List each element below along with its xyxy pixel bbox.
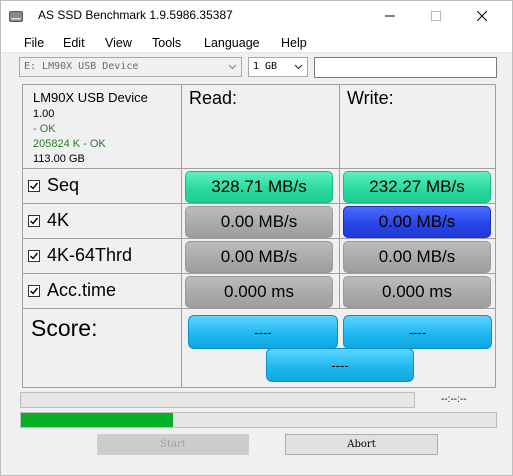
device-capacity: 113.00 GB xyxy=(33,153,85,165)
score-total: ---- xyxy=(266,348,414,382)
grid-divider xyxy=(23,168,495,169)
seq-checkbox[interactable] xyxy=(28,179,40,192)
size-select[interactable]: 1 GB xyxy=(248,57,308,77)
4k-write-value: 0.00 MB/s xyxy=(343,206,491,238)
overall-progress-fill xyxy=(21,413,173,427)
drive-select-value: E: LM90X USB Device xyxy=(24,61,139,72)
4k64-read-value: 0.00 MB/s xyxy=(185,241,333,273)
device-status-driver: - OK xyxy=(33,123,56,135)
seq-label: Seq xyxy=(47,175,80,195)
acctime-checkbox[interactable] xyxy=(28,284,40,297)
4k-checkbox[interactable] xyxy=(28,214,40,227)
4k64-write-value: 0.00 MB/s xyxy=(343,241,491,273)
grid-divider xyxy=(23,203,495,204)
score-label: Score: xyxy=(31,315,98,341)
grid-divider xyxy=(339,85,340,309)
row-4k64-label[interactable]: 4K-64Thrd xyxy=(28,245,132,266)
device-version: 1.00 xyxy=(33,108,55,120)
grid-divider xyxy=(23,238,495,239)
size-select-value: 1 GB xyxy=(253,61,278,72)
drive-icon xyxy=(9,9,23,22)
4k64-label: 4K-64Thrd xyxy=(47,245,133,265)
4k64-checkbox[interactable] xyxy=(28,249,40,262)
seq-read-value: 328.71 MB/s xyxy=(185,171,333,203)
chevron-down-icon xyxy=(294,64,303,70)
chevron-down-icon xyxy=(228,64,237,70)
maximize-icon xyxy=(431,11,441,21)
grid-divider xyxy=(23,308,495,309)
menu-bar: File Edit View Tools Language Help xyxy=(1,31,512,53)
app-window: AS SSD Benchmark 1.9.5986.35387 File Edi… xyxy=(0,0,513,476)
device-info: LM90X USB Device 1.00 - OK 205824 K - OK… xyxy=(33,90,148,167)
acctime-write-value: 0.000 ms xyxy=(343,276,491,308)
menu-tools[interactable]: Tools xyxy=(152,36,181,50)
abort-button[interactable]: Abort xyxy=(285,434,438,455)
checkmark-icon xyxy=(30,252,39,260)
checkmark-icon xyxy=(30,287,39,295)
menu-language[interactable]: Language xyxy=(204,36,260,50)
minimize-icon xyxy=(385,15,395,17)
acctime-label: Acc.time xyxy=(47,280,117,300)
start-button[interactable]: Start xyxy=(97,434,249,455)
grid-divider xyxy=(181,85,182,387)
write-header: Write: xyxy=(347,88,394,108)
4k-label: 4K xyxy=(47,210,70,230)
menu-file[interactable]: File xyxy=(24,36,44,50)
overall-progress-bar xyxy=(20,412,497,428)
elapsed-timer: --:--:-- xyxy=(441,394,467,405)
acctime-read-value: 0.000 ms xyxy=(185,276,333,308)
row-4k-label[interactable]: 4K xyxy=(28,210,69,231)
menu-edit[interactable]: Edit xyxy=(63,36,85,50)
minimize-button[interactable] xyxy=(367,1,413,31)
score-read: ---- xyxy=(188,315,338,349)
info-text-field[interactable] xyxy=(314,57,497,78)
menu-help[interactable]: Help xyxy=(281,36,307,50)
grid-divider xyxy=(23,273,495,274)
4k-read-value: 0.00 MB/s xyxy=(185,206,333,238)
row-acctime-label[interactable]: Acc.time xyxy=(28,280,116,301)
row-seq-label[interactable]: Seq xyxy=(28,175,79,196)
checkmark-icon xyxy=(30,217,39,225)
menu-view[interactable]: View xyxy=(105,36,132,50)
device-name: LM90X USB Device xyxy=(33,90,148,105)
score-write: ---- xyxy=(343,315,492,349)
read-header: Read: xyxy=(189,88,238,108)
close-button[interactable] xyxy=(459,1,505,31)
maximize-button[interactable] xyxy=(413,1,459,31)
title-bar: AS SSD Benchmark 1.9.5986.35387 xyxy=(1,1,512,31)
results-grid: LM90X USB Device 1.00 - OK 205824 K - OK… xyxy=(22,84,496,388)
window-title: AS SSD Benchmark 1.9.5986.35387 xyxy=(38,8,233,22)
checkmark-icon xyxy=(30,182,39,190)
test-progress-bar xyxy=(20,392,415,408)
close-icon xyxy=(477,11,487,21)
drive-select[interactable]: E: LM90X USB Device xyxy=(19,57,242,77)
device-status-alignment: 205824 K - OK xyxy=(33,138,106,150)
seq-write-value: 232.27 MB/s xyxy=(343,171,491,203)
